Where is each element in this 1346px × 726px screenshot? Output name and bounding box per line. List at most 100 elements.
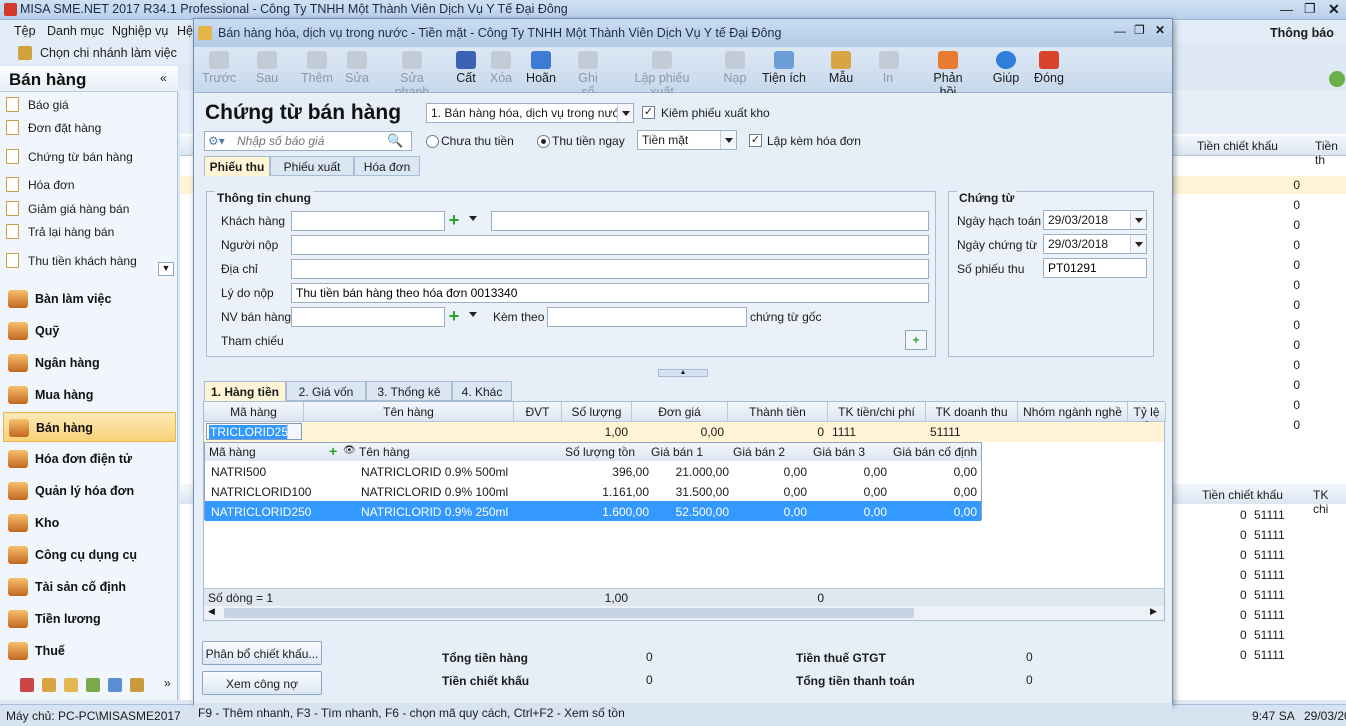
col-header[interactable]: Thành tiền <box>728 402 828 422</box>
tab-receipt[interactable]: Phiếu thu <box>204 156 270 176</box>
col-header[interactable]: Số lượng <box>562 402 632 422</box>
sale-type-select[interactable]: 1. Bán hàng hóa, dịch vụ trong nước <box>426 103 634 123</box>
col-header[interactable]: Tỷ lệ C <box>1128 402 1166 433</box>
reason-input[interactable] <box>291 283 929 303</box>
menu-operations[interactable]: Nghiệp vụ <box>112 24 168 38</box>
export-slip-button[interactable]: Lập phiếu xuất <box>622 49 702 99</box>
dropdown-item[interactable]: NATRI500 NATRICLORID 0.9% 500ml 396,00 2… <box>205 461 981 481</box>
menu-system[interactable]: Hệ <box>177 24 193 38</box>
sidebar-item-quote[interactable]: Báo giá <box>4 94 174 116</box>
table-row[interactable]: TRICLORID250 1,00 0,00 0 1111 51111 <box>204 422 1164 442</box>
reference-add-icon[interactable]: + <box>905 330 927 350</box>
module-purchase[interactable]: Mua hàng <box>3 380 176 410</box>
price-cell[interactable]: 0,00 <box>632 425 724 439</box>
horizontal-scrollbar[interactable]: ◀ ▶ <box>204 606 1164 620</box>
scroll-down-icon[interactable]: ▼ <box>158 262 174 276</box>
quick-edit-button[interactable]: Sửa nhanh <box>382 49 442 99</box>
qty-cell[interactable]: 1,00 <box>562 425 628 439</box>
close-button[interactable]: Đóng <box>1033 49 1065 85</box>
scroll-left-icon[interactable]: ◀ <box>208 606 215 617</box>
tab-export[interactable]: Phiếu xuất <box>270 156 354 176</box>
search-icon[interactable]: 🔍 <box>387 133 403 149</box>
sidebar-item-return[interactable]: Trả lại hàng bán <box>4 221 174 243</box>
doc-date-picker[interactable]: 29/03/2018 <box>1043 234 1147 254</box>
post-button[interactable]: Ghi sổ <box>570 49 606 99</box>
col-header[interactable]: Đơn giá <box>632 402 728 422</box>
dialog-minimize-icon[interactable]: — <box>1114 24 1126 38</box>
customer-name-input[interactable] <box>491 211 929 231</box>
save-button[interactable]: Cất <box>454 49 478 85</box>
splitter-icon[interactable]: ▲ <box>658 369 708 377</box>
module-stock[interactable]: Kho <box>3 508 176 538</box>
more-icon[interactable]: » <box>164 676 171 690</box>
col-header[interactable]: Tên hàng <box>304 402 514 422</box>
defer-button[interactable]: Hoãn <box>525 49 557 85</box>
minimize-icon[interactable]: — <box>1280 2 1293 17</box>
help-button[interactable]: Giúp <box>992 49 1020 85</box>
tab-goods[interactable]: 1. Hàng tiền <box>204 381 286 401</box>
menu-catalog[interactable]: Danh mục <box>47 24 104 38</box>
item-code-editor[interactable]: TRICLORID250 <box>206 423 302 440</box>
col-header[interactable]: Nhóm ngành nghề <box>1018 402 1128 422</box>
address-input[interactable] <box>291 259 929 279</box>
dropdown-item-selected[interactable]: NATRICLORID250 NATRICLORID 0.9% 250ml 1.… <box>205 501 981 521</box>
col-header[interactable]: TK doanh thu <box>926 402 1018 422</box>
template-button[interactable]: Mẫu <box>828 49 854 85</box>
add-icon[interactable]: + <box>445 211 463 230</box>
amount-cell[interactable]: 0 <box>728 425 824 439</box>
col-header[interactable]: ĐVT <box>514 402 562 422</box>
close-icon[interactable]: ✕ <box>1328 1 1340 18</box>
shortcut-icon[interactable] <box>130 678 144 692</box>
payer-input[interactable] <box>291 235 929 255</box>
unpaid-radio[interactable] <box>426 135 439 148</box>
module-invoice-mgmt[interactable]: Quản lý hóa đơn <box>3 476 176 506</box>
paid-radio[interactable] <box>537 135 550 148</box>
module-tools[interactable]: Công cụ dụng cụ <box>3 540 176 570</box>
chevron-down-icon[interactable] <box>469 216 477 225</box>
prev-button[interactable]: Trước <box>202 49 236 85</box>
sidebar-item-order[interactable]: Đơn đặt hàng <box>4 117 174 139</box>
dialog-maximize-icon[interactable]: ❐ <box>1134 23 1145 37</box>
next-button[interactable]: Sau <box>252 49 282 85</box>
tab-invoice[interactable]: Hóa đơn <box>354 156 420 176</box>
attach-input[interactable] <box>547 307 747 327</box>
invoice-checkbox[interactable]: ✓ <box>749 134 762 147</box>
module-bank[interactable]: Ngân hàng <box>3 348 176 378</box>
tk-revenue-cell[interactable]: 51111 <box>930 425 961 439</box>
module-tax[interactable]: Thuế <box>3 636 176 666</box>
tab-stats[interactable]: 3. Thống kê <box>366 381 452 401</box>
voucher-no-input[interactable] <box>1043 258 1147 278</box>
binoculars-icon[interactable]: 👁 <box>343 445 356 456</box>
shortcut-icon[interactable] <box>20 678 34 692</box>
module-assets[interactable]: Tài sản cố định <box>3 572 176 602</box>
chevron-down-icon[interactable] <box>287 424 301 439</box>
add-icon[interactable]: + <box>329 443 337 459</box>
scroll-right-icon[interactable]: ▶ <box>1150 606 1157 617</box>
edit-button[interactable]: Sửa <box>344 49 370 85</box>
tk-cash-cell[interactable]: 1111 <box>832 425 856 439</box>
shortcut-icon[interactable] <box>108 678 122 692</box>
view-debt-button[interactable]: Xem công nợ <box>202 671 322 695</box>
module-desk[interactable]: Bàn làm việc <box>3 284 176 314</box>
sidebar-item-discount[interactable]: Giảm giá hàng bán <box>4 198 174 220</box>
feedback-button[interactable]: Phản hồi <box>924 49 972 99</box>
acc-date-picker[interactable]: 29/03/2018 <box>1043 210 1147 230</box>
col-header[interactable]: TK tiền/chi phí <box>828 402 926 422</box>
staff-input[interactable] <box>291 307 445 327</box>
module-salary[interactable]: Tiền lương <box>3 604 176 634</box>
tab-cost[interactable]: 2. Giá vốn <box>286 381 366 401</box>
maximize-icon[interactable]: ❐ <box>1304 1 1316 17</box>
sidebar-item-sales-voucher[interactable]: Chứng từ bán hàng <box>4 146 174 168</box>
col-header[interactable]: Mã hàng <box>204 402 304 422</box>
dropdown-item[interactable]: NATRICLORID100 NATRICLORID 0.9% 100ml 1.… <box>205 481 981 501</box>
scroll-thumb[interactable] <box>224 608 914 618</box>
shortcut-icon[interactable] <box>42 678 56 692</box>
tab-other[interactable]: 4. Khác <box>452 381 512 401</box>
allocate-discount-button[interactable]: Phân bổ chiết khấu... <box>202 641 322 665</box>
collapse-icon[interactable]: « <box>160 71 167 85</box>
sidebar-item-collect[interactable]: Thu tiền khách hàng <box>4 250 174 272</box>
payment-method-select[interactable]: Tiền mặt <box>637 130 737 150</box>
export-checkbox[interactable]: ✓ <box>642 106 655 119</box>
branch-select[interactable]: Chọn chi nhánh làm việc <box>40 46 177 60</box>
module-einvoice[interactable]: Hóa đơn điện tử <box>3 444 176 474</box>
